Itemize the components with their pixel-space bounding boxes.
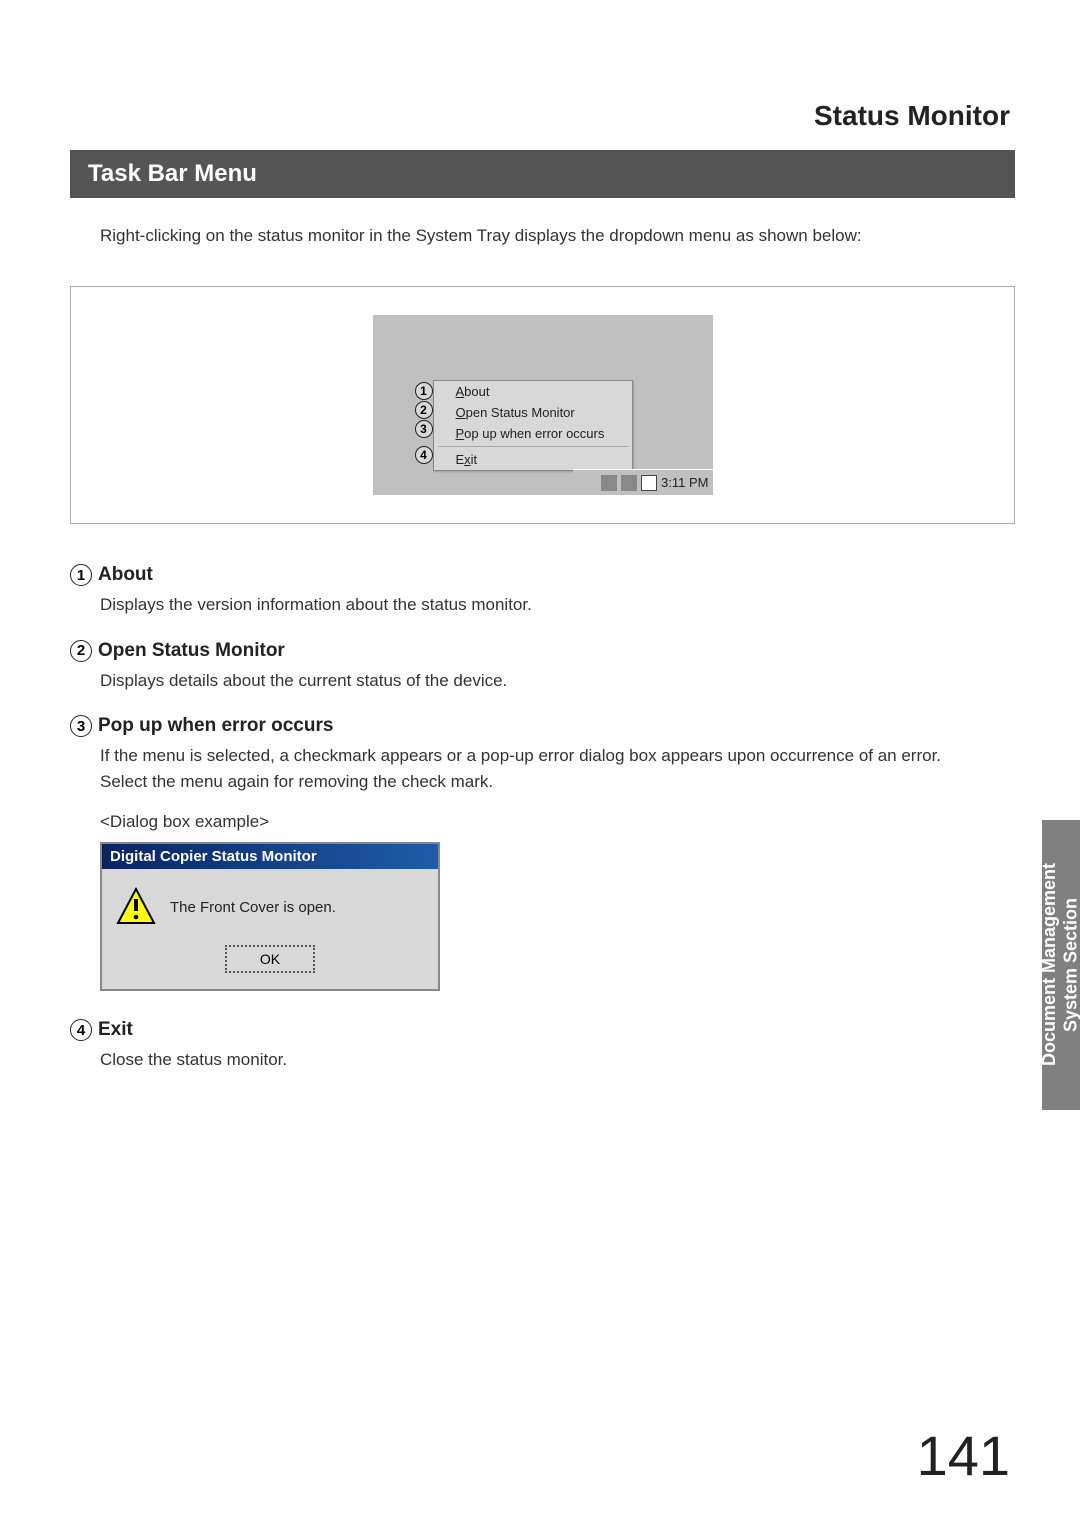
- screenshot-container: 1 2 3 4 About Open Status Monitor Pop up…: [70, 286, 1015, 524]
- chapter-title: Status Monitor: [70, 100, 1015, 132]
- ok-button[interactable]: OK: [225, 945, 315, 973]
- menu-item-open[interactable]: Open Status Monitor: [434, 402, 632, 423]
- tray-icon[interactable]: [621, 475, 637, 491]
- warning-icon: [116, 887, 156, 927]
- menu-label: bout: [464, 384, 489, 399]
- menu-label: it: [471, 452, 478, 467]
- context-menu: About Open Status Monitor Pop up when er…: [433, 380, 633, 471]
- callout-2: 2: [415, 401, 433, 419]
- taskbar: 3:11 PM: [573, 469, 713, 495]
- menu-label: op up when error occurs: [464, 426, 604, 441]
- menu-item-exit[interactable]: Exit: [434, 449, 632, 470]
- menu-divider: [438, 446, 628, 447]
- callout-3: 3: [415, 420, 433, 438]
- side-tab-label: Document Management System Section: [1039, 863, 1080, 1066]
- page-number: 141: [917, 1423, 1010, 1488]
- item-description: Close the status monitor.: [100, 1047, 1015, 1073]
- item-description: If the menu is selected, a checkmark app…: [100, 743, 1015, 794]
- description-open: 2 Open Status Monitor Displays details a…: [70, 640, 1015, 694]
- side-tab: Document Management System Section: [1042, 820, 1080, 1110]
- taskbar-time: 3:11 PM: [661, 475, 708, 490]
- dialog-example: Digital Copier Status Monitor The Front …: [100, 842, 440, 991]
- section-header: Task Bar Menu: [70, 150, 1015, 198]
- item-number: 4: [70, 1019, 92, 1041]
- item-number: 1: [70, 564, 92, 586]
- callout-1: 1: [415, 382, 433, 400]
- description-exit: 4 Exit Close the status monitor.: [70, 1019, 1015, 1073]
- item-title: Open Status Monitor: [98, 640, 285, 662]
- item-title: About: [98, 564, 153, 586]
- menu-item-popup[interactable]: Pop up when error occurs: [434, 423, 632, 444]
- dialog-titlebar: Digital Copier Status Monitor: [102, 844, 438, 869]
- menu-item-about[interactable]: About: [434, 381, 632, 402]
- item-description: Displays the version information about t…: [100, 592, 1015, 618]
- menu-label: pen Status Monitor: [466, 405, 575, 420]
- item-title: Pop up when error occurs: [98, 715, 333, 737]
- description-popup: 3 Pop up when error occurs If the menu i…: [70, 715, 1015, 991]
- item-title: Exit: [98, 1019, 133, 1041]
- example-label: <Dialog box example>: [100, 812, 1015, 832]
- description-about: 1 About Displays the version information…: [70, 564, 1015, 618]
- tray-icon-monitor[interactable]: [641, 475, 657, 491]
- intro-text: Right-clicking on the status monitor in …: [100, 226, 1015, 246]
- dialog-message: The Front Cover is open.: [170, 899, 336, 916]
- item-description: Displays details about the current statu…: [100, 668, 1015, 694]
- tray-icon[interactable]: [601, 475, 617, 491]
- item-number: 2: [70, 640, 92, 662]
- screenshot-image: 1 2 3 4 About Open Status Monitor Pop up…: [373, 315, 713, 495]
- item-number: 3: [70, 715, 92, 737]
- callout-4: 4: [415, 446, 433, 464]
